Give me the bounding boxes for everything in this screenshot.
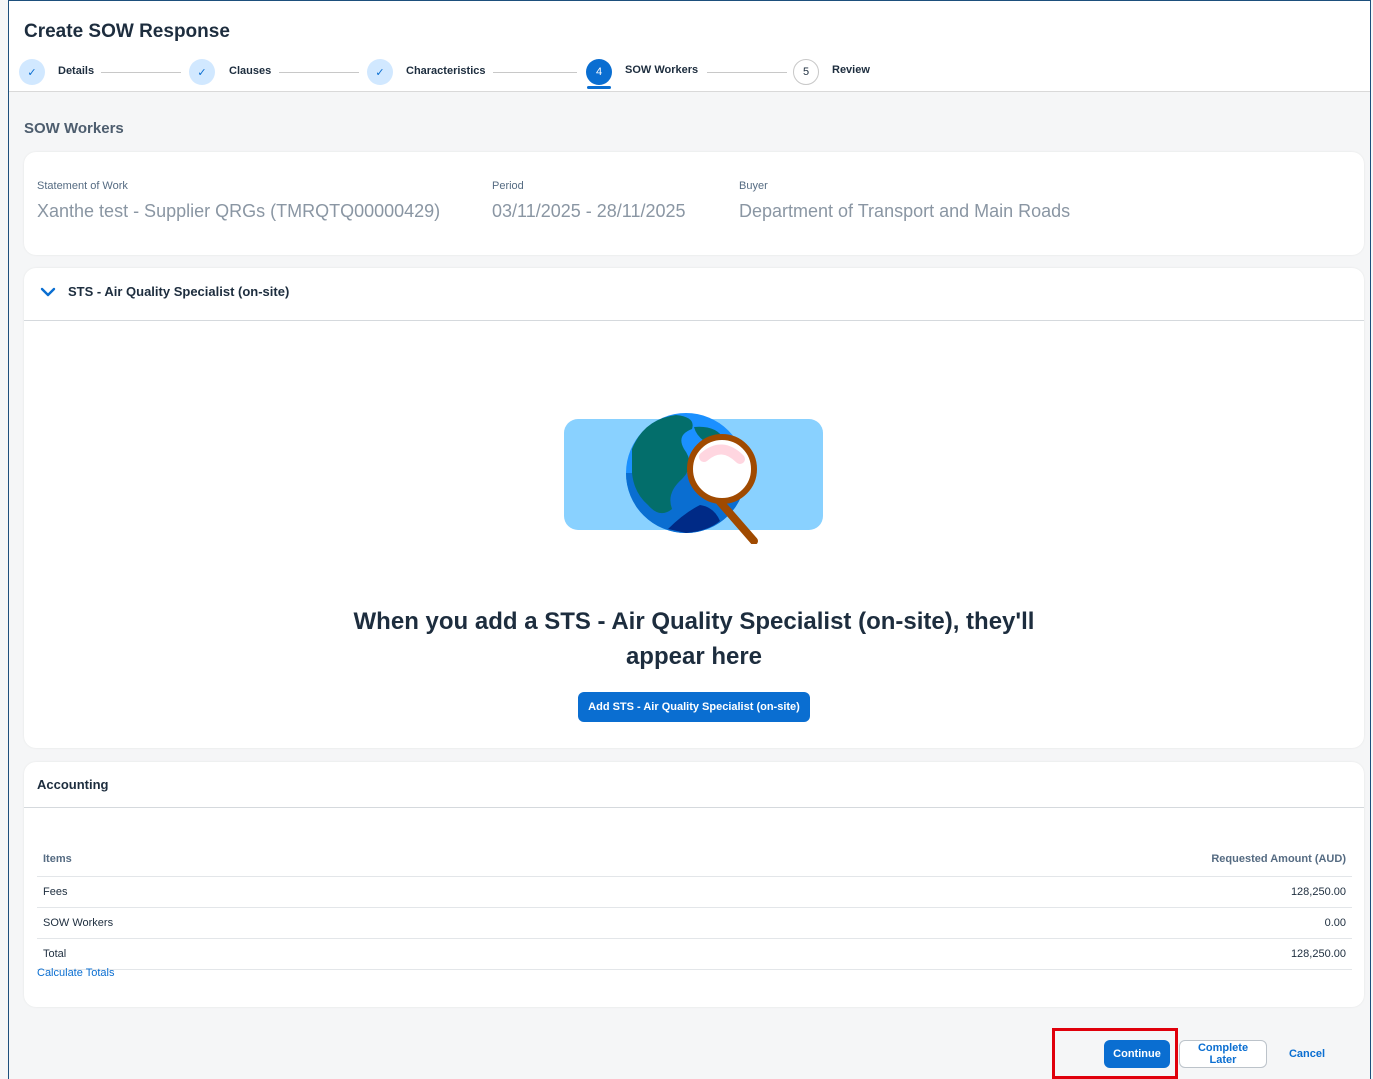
buyer-value: Department of Transport and Main Roads	[739, 201, 1071, 221]
globe-magnifier-illustration	[564, 413, 823, 544]
row-item: SOW Workers	[43, 917, 114, 929]
col-amount-header: Requested Amount (AUD)	[1211, 853, 1346, 865]
table-row: Total 128,250.00	[37, 939, 1352, 970]
highlight-annotation-box	[1052, 1028, 1178, 1079]
buyer-label: Buyer	[739, 180, 768, 192]
page-header: Create SOW Response ✓ Details ✓ Clauses …	[9, 1, 1370, 92]
step-connector	[493, 72, 577, 73]
page-title: Create SOW Response	[24, 21, 230, 42]
step-4-label[interactable]: SOW Workers	[625, 64, 698, 76]
accounting-table: Items Requested Amount (AUD) Fees 128,25…	[37, 842, 1352, 970]
row-item: Fees	[43, 886, 68, 898]
step-connector	[279, 72, 359, 73]
worker-panel: STS - Air Quality Specialist (on-site) W…	[24, 268, 1364, 748]
row-item: Total	[43, 948, 67, 960]
row-amount: 128,250.00	[1290, 948, 1346, 960]
sow-value: Xanthe test - Supplier QRGs (TMRQTQ00000…	[37, 201, 441, 221]
period-label: Period	[492, 180, 524, 192]
step-4-number[interactable]: 4	[586, 59, 612, 85]
complete-later-button[interactable]: Complete Later	[1179, 1040, 1267, 1068]
step-5-number[interactable]: 5	[793, 59, 819, 85]
step-3-check-icon[interactable]: ✓	[367, 59, 393, 85]
active-step-indicator	[587, 86, 611, 89]
accounting-title: Accounting	[37, 777, 109, 792]
step-1-check-icon[interactable]: ✓	[19, 59, 45, 85]
sow-label: Statement of Work	[37, 180, 128, 192]
empty-state-message: When you add a STS - Air Quality Special…	[353, 608, 1035, 670]
accounting-card: Accounting Items Requested Amount (AUD) …	[24, 762, 1364, 1007]
step-1-label[interactable]: Details	[58, 65, 94, 77]
step-connector	[707, 72, 787, 73]
chevron-down-icon[interactable]	[40, 284, 56, 300]
section-title: SOW Workers	[24, 120, 124, 137]
table-row: SOW Workers 0.00	[37, 908, 1352, 939]
accounting-divider	[24, 807, 1364, 808]
step-2-label[interactable]: Clauses	[229, 65, 271, 77]
period-value: 03/11/2025 - 28/11/2025	[492, 201, 686, 221]
cancel-button[interactable]: Cancel	[1280, 1040, 1334, 1068]
panel-divider	[24, 320, 1364, 321]
col-items-header: Items	[43, 853, 72, 865]
row-amount: 128,250.00	[1290, 886, 1346, 898]
step-3-label[interactable]: Characteristics	[406, 65, 486, 77]
table-header-row: Items Requested Amount (AUD)	[37, 842, 1352, 877]
step-5-label[interactable]: Review	[832, 64, 870, 76]
sow-info-card: Statement of Work Xanthe test - Supplier…	[24, 152, 1364, 255]
calculate-totals-link[interactable]: Calculate Totals	[37, 967, 114, 979]
add-worker-button[interactable]: Add STS - Air Quality Specialist (on-sit…	[578, 692, 810, 722]
worker-panel-title[interactable]: STS - Air Quality Specialist (on-site)	[68, 284, 289, 299]
table-row: Fees 128,250.00	[37, 877, 1352, 908]
row-amount: 0.00	[1324, 917, 1346, 929]
window-border-right	[1370, 0, 1371, 1079]
step-connector	[101, 72, 181, 73]
wizard-steps: ✓ Details ✓ Clauses ✓ Characteristics 4 …	[9, 58, 1370, 90]
window-border-left	[8, 0, 9, 1079]
step-2-check-icon[interactable]: ✓	[189, 59, 215, 85]
